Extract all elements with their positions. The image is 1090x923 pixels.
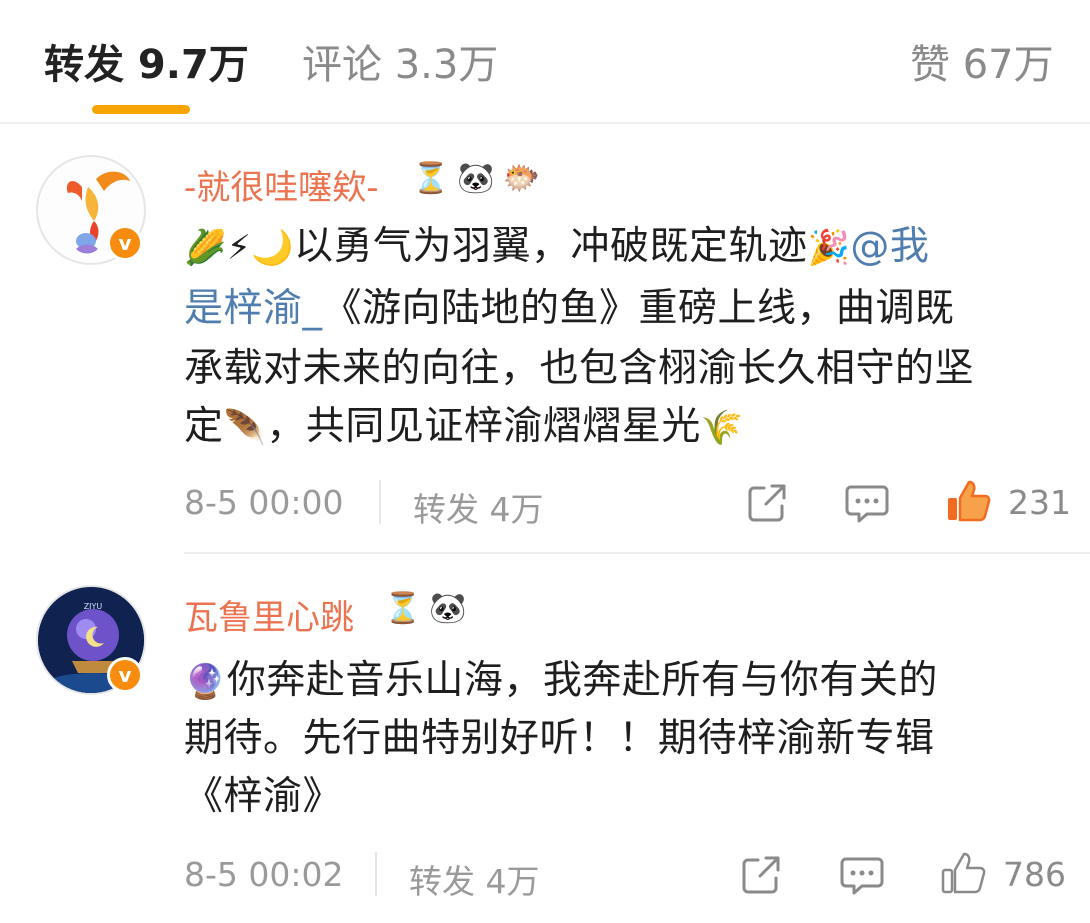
- comment-text-line: 《梓渝》: [184, 774, 343, 819]
- repost-count: 转发 4万: [413, 490, 544, 529]
- tab-likes[interactable]: 赞 67万: [910, 32, 1054, 90]
- corn-lightning-moon-emoji: 🌽⚡🌙: [184, 228, 295, 268]
- comment-text: 以勇气为羽翼，冲破既定轨迹: [294, 224, 808, 269]
- user-badges: ⏳ 🐼: [384, 592, 467, 626]
- crystal-ball-emoji: 🔮: [184, 662, 227, 702]
- panda-badge-icon: 🐼: [457, 161, 495, 196]
- username[interactable]: 瓦鲁里心跳: [184, 590, 354, 639]
- like-count: 786: [1003, 855, 1066, 894]
- tab-reposts[interactable]: 转发 9.7万: [44, 32, 249, 90]
- share-icon[interactable]: [740, 854, 782, 896]
- rice-emoji: 🌾: [700, 408, 744, 448]
- comment-text-line: 🔮你奔赴音乐山海，我奔赴所有与你有关的: [184, 652, 938, 711]
- share-icon[interactable]: [746, 482, 788, 524]
- meta-divider: [375, 852, 377, 896]
- repost-count: 转发 4万: [409, 862, 540, 901]
- comment-text: 定: [184, 404, 224, 449]
- active-tab-indicator: [92, 105, 190, 114]
- like-icon[interactable]: [940, 850, 986, 896]
- mention-link[interactable]: @我: [850, 224, 929, 269]
- comment-tabs: 转发 9.7万 评论 3.3万 赞 67万: [0, 0, 1090, 124]
- like-icon[interactable]: [945, 478, 991, 524]
- comment-icon[interactable]: [845, 484, 889, 524]
- username[interactable]: -就很哇噻欸-: [184, 160, 379, 209]
- comment-text-line: 承载对未来的向往，也包含栩渝长久相守的坚: [184, 346, 975, 391]
- item-divider: [184, 552, 1090, 554]
- pufferfish-badge-icon: 🐡: [502, 161, 541, 196]
- comment-text: 你奔赴音乐山海，我奔赴所有与你有关的: [226, 658, 938, 703]
- hourglass-badge-icon: ⏳: [384, 591, 422, 626]
- timestamp: 8-5 00:00: [184, 483, 344, 522]
- panda-badge-icon: 🐼: [429, 591, 467, 626]
- comment-text-line: 定🪶，共同见证梓渝熠熠星光🌾: [184, 398, 744, 457]
- comment-text-line: 🌽⚡🌙以勇气为羽翼，冲破既定轨迹🎉@我: [184, 218, 929, 277]
- tab-comments[interactable]: 评论 3.3万: [302, 32, 498, 90]
- hourglass-badge-icon: ⏳: [412, 161, 450, 196]
- comment-text-line: 期待。先行曲特别好听！！期待梓渝新专辑: [184, 716, 935, 761]
- svg-text:ZIYU: ZIYU: [84, 602, 103, 611]
- comment-text-line: 是梓渝_《游向陆地的鱼》重磅上线，曲调既: [184, 280, 955, 338]
- mention-link[interactable]: 是梓渝_: [184, 286, 323, 331]
- comment-text: ，共同见证梓渝熠熠星光: [266, 404, 701, 449]
- verified-badge-icon: v: [107, 657, 143, 693]
- like-count: 231: [1008, 483, 1071, 522]
- comment-icon[interactable]: [840, 856, 884, 896]
- feather-emoji: 🪶: [223, 408, 267, 448]
- user-badges: ⏳ 🐼 🐡: [412, 162, 540, 196]
- party-popper-emoji: 🎉: [807, 228, 851, 268]
- meta-divider: [379, 480, 381, 524]
- timestamp: 8-5 00:02: [184, 855, 344, 894]
- verified-badge-icon: v: [107, 225, 143, 261]
- comment-text: 《游向陆地的鱼》重磅上线，曲调既: [322, 286, 955, 331]
